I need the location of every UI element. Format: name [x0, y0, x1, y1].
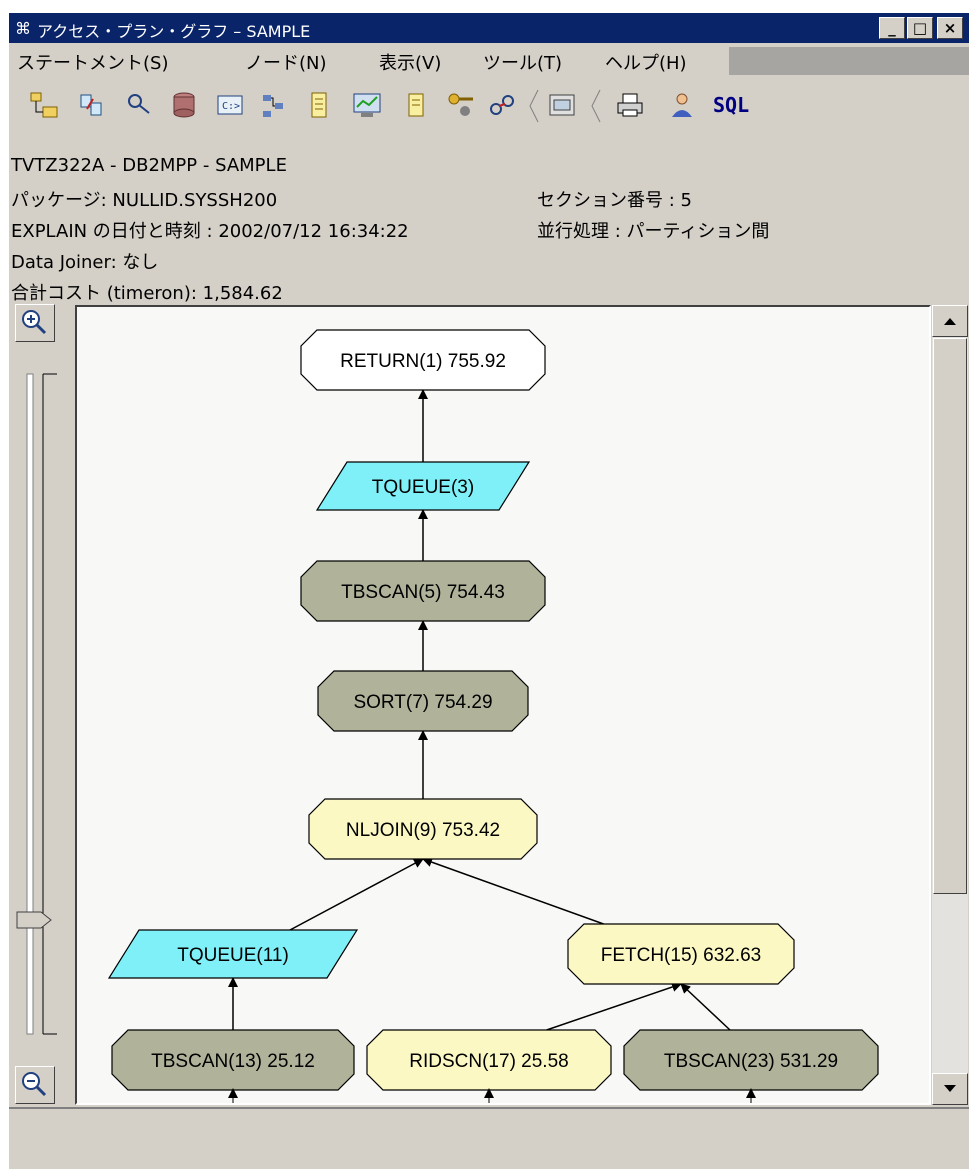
- plan-node-label: FETCH(15) 632.63: [601, 945, 762, 966]
- title-bar[interactable]: ⌘ アクセス・プラン・グラフ – SAMPLE _ □ ×: [9, 13, 969, 43]
- total-cost: 合計コスト (timeron): 1,584.62: [11, 283, 283, 304]
- plan-node-label: TQUEUE(3): [372, 477, 474, 498]
- section-number: セクション番号 : 5: [537, 190, 692, 211]
- zoom-slider-thumb: [16, 911, 52, 929]
- zoom-in-icon: [22, 310, 47, 335]
- toolbar-separator: [529, 89, 539, 123]
- maximize-button[interactable]: □: [907, 17, 933, 39]
- zoom-out-icon: [22, 1072, 47, 1097]
- plan-node-label: RETURN(1) 755.92: [340, 351, 506, 372]
- package-info: パッケージ: NULLID.SYSSH200: [11, 190, 278, 211]
- plan-node-label: NLJOIN(9) 753.42: [346, 820, 500, 841]
- menu-bar: ステートメント(S) ノード(N) 表示(V) ツール(T) ヘルプ(H): [9, 43, 969, 79]
- list-icon[interactable]: [305, 91, 335, 119]
- graph-edge-tqueue11-nljoin9: [289, 858, 424, 931]
- sql-icon[interactable]: SQL: [713, 93, 749, 121]
- graph-canvas[interactable]: RETURN(1) 755.92 TQUEUE(3) TBSCAN(5) 754.4…: [77, 307, 929, 1103]
- plan-node-tqueue11[interactable]: TQUEUE(11): [107, 929, 359, 979]
- plan-node-label: TBSCAN(13) 25.12: [151, 1051, 315, 1072]
- parallelism-info: 並行処理 : パーティション間: [537, 221, 770, 242]
- plan-node-return1[interactable]: RETURN(1) 755.92: [300, 329, 546, 391]
- tree-view-icon[interactable]: [29, 91, 59, 119]
- graph-edge-ridscn17-fetch15: [546, 982, 682, 1031]
- hierarchy-icon[interactable]: [259, 91, 289, 119]
- arrow-down-icon: [944, 1085, 956, 1092]
- plan-node-label: TQUEUE(11): [177, 945, 289, 966]
- scroll-up-button[interactable]: [932, 305, 968, 337]
- menu-node[interactable]: ノード(N): [245, 49, 327, 75]
- toolbar-separator: [591, 89, 601, 123]
- plan-node-label: RIDSCN(17) 25.58: [409, 1051, 568, 1072]
- command-icon[interactable]: C:>: [215, 91, 245, 119]
- menu-view[interactable]: 表示(V): [379, 49, 441, 75]
- data-joiner-info: Data Joiner: なし: [11, 252, 159, 273]
- search-icon[interactable]: [125, 91, 155, 119]
- zoom-control: [9, 304, 73, 1107]
- access-plan-window: ⌘ アクセス・プラン・グラフ – SAMPLE _ □ × ステートメント(S)…: [9, 13, 969, 1169]
- print-icon[interactable]: [615, 91, 645, 119]
- menu-bar-filler: [729, 47, 969, 75]
- menu-statement[interactable]: ステートメント(S): [17, 49, 168, 75]
- graph-edge-fetch15-nljoin9: [422, 857, 604, 925]
- zoom-slider[interactable]: [13, 344, 69, 1064]
- plan-node-tbscan13[interactable]: TBSCAN(13) 25.12: [111, 1029, 355, 1091]
- graph-edge-tbscan23-fetch15: [680, 983, 731, 1031]
- arrow-up-icon: [944, 318, 956, 325]
- key-user-icon[interactable]: [445, 91, 477, 119]
- window-title: アクセス・プラン・グラフ – SAMPLE: [37, 22, 311, 41]
- user-icon[interactable]: [667, 91, 697, 119]
- zoom-in-button[interactable]: [15, 304, 55, 342]
- scroll-thumb[interactable]: [933, 338, 967, 894]
- notes-icon[interactable]: [401, 91, 431, 119]
- toolbar: C:> SQL: [9, 79, 969, 131]
- scroll-down-button[interactable]: [932, 1073, 968, 1105]
- zoom-out-button[interactable]: [15, 1066, 55, 1104]
- plan-node-label: TBSCAN(23) 531.29: [664, 1051, 838, 1072]
- plan-node-label: SORT(7) 754.29: [353, 692, 492, 713]
- statement-icon[interactable]: [77, 91, 107, 119]
- minimize-button[interactable]: _: [879, 17, 905, 39]
- plan-node-tbscan5[interactable]: TBSCAN(5) 754.43: [300, 560, 546, 622]
- system-info: TVTZ322A - DB2MPP - SAMPLE: [11, 155, 287, 176]
- app-icon: ⌘: [15, 19, 31, 38]
- explain-timestamp: EXPLAIN の日付と時刻 : 2002/07/12 16:34:22: [11, 221, 409, 242]
- plan-node-ridscn17[interactable]: RIDSCN(17) 25.58: [366, 1029, 612, 1091]
- menu-tools[interactable]: ツール(T): [483, 49, 562, 75]
- plan-node-tqueue3[interactable]: TQUEUE(3): [315, 461, 531, 511]
- monitor-icon[interactable]: [351, 91, 385, 119]
- access-plan-graph[interactable]: RETURN(1) 755.92 TQUEUE(3) TBSCAN(5) 754.4…: [75, 305, 931, 1105]
- database-icon[interactable]: [169, 91, 199, 119]
- link-icon[interactable]: [487, 91, 517, 119]
- status-bar: [9, 1107, 969, 1169]
- vertical-scrollbar[interactable]: [932, 305, 968, 1105]
- plan-node-tbscan23[interactable]: TBSCAN(23) 531.29: [623, 1029, 879, 1091]
- plan-node-nljoin9[interactable]: NLJOIN(9) 753.42: [308, 798, 538, 860]
- plan-node-label: TBSCAN(5) 754.43: [341, 582, 505, 603]
- close-button[interactable]: ×: [937, 17, 963, 39]
- plan-node-sort7[interactable]: SORT(7) 754.29: [317, 670, 529, 732]
- settings-panel-icon[interactable]: [547, 91, 577, 119]
- menu-help[interactable]: ヘルプ(H): [605, 49, 687, 75]
- plan-info-panel: TVTZ322A - DB2MPP - SAMPLE パッケージ: NULLID…: [9, 131, 969, 304]
- svg-text:C:>: C:>: [222, 101, 240, 112]
- plan-node-fetch15[interactable]: FETCH(15) 632.63: [567, 923, 795, 985]
